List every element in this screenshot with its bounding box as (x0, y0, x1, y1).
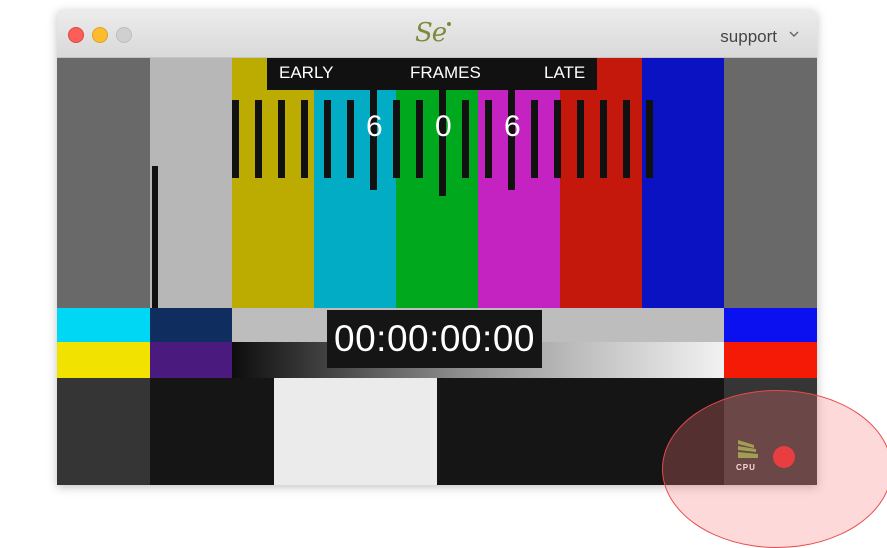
logo-accent (447, 22, 451, 26)
magenta-bar (478, 58, 560, 308)
yellow-bar (232, 58, 314, 308)
blue-patch (724, 308, 817, 342)
app-logo: Se (415, 18, 447, 48)
black-marker (152, 166, 158, 308)
zoom-icon (116, 27, 132, 43)
frames-label: FRAMES (410, 63, 481, 82)
account-menu-label[interactable]: support (720, 27, 777, 47)
title-bar: Se support (57, 10, 817, 58)
early-label: EARLY (279, 63, 334, 82)
red-patch (724, 342, 817, 378)
close-icon[interactable] (68, 27, 84, 43)
highlight-annotation (662, 390, 887, 548)
early-offset-value: 6 (366, 110, 383, 143)
frame-tick (416, 100, 423, 178)
dark-gray-block (57, 378, 150, 485)
late-offset-value: 6 (504, 110, 521, 143)
frame-tick (393, 100, 400, 178)
red-bar (560, 58, 642, 308)
gray-bar-right (724, 58, 817, 308)
frame-tick (301, 100, 308, 178)
frame-tick (278, 100, 285, 178)
frame-tick (255, 100, 262, 178)
frame-tick (531, 100, 538, 178)
green-bar (396, 58, 478, 308)
timecode-display: 00:00:00:00 (327, 310, 542, 368)
frame-tick (232, 100, 239, 178)
frame-tick (646, 100, 653, 178)
cyan-bar (314, 58, 396, 308)
yellow-patch (57, 342, 150, 378)
frame-tick (347, 100, 354, 178)
late-label: LATE (544, 63, 586, 82)
frame-tick (554, 100, 561, 178)
white-block (274, 378, 437, 485)
light-gray-bar (150, 58, 232, 308)
blue-bar (642, 58, 724, 308)
frame-label-bar: EARLY FRAMES LATE (267, 58, 597, 90)
frame-tick (324, 100, 331, 178)
frame-tick (462, 100, 469, 178)
frame-tick (485, 100, 492, 178)
navy-patch (150, 308, 232, 342)
gray-bar-left (57, 58, 150, 308)
chevron-down-icon[interactable] (787, 27, 801, 41)
minimize-icon[interactable] (92, 27, 108, 43)
frame-tick (600, 100, 607, 178)
black-block (150, 378, 274, 485)
purple-patch (150, 342, 232, 378)
center-offset-value: 0 (435, 110, 452, 143)
frame-tick (577, 100, 584, 178)
frame-tick (623, 100, 630, 178)
cyan-patch (57, 308, 150, 342)
